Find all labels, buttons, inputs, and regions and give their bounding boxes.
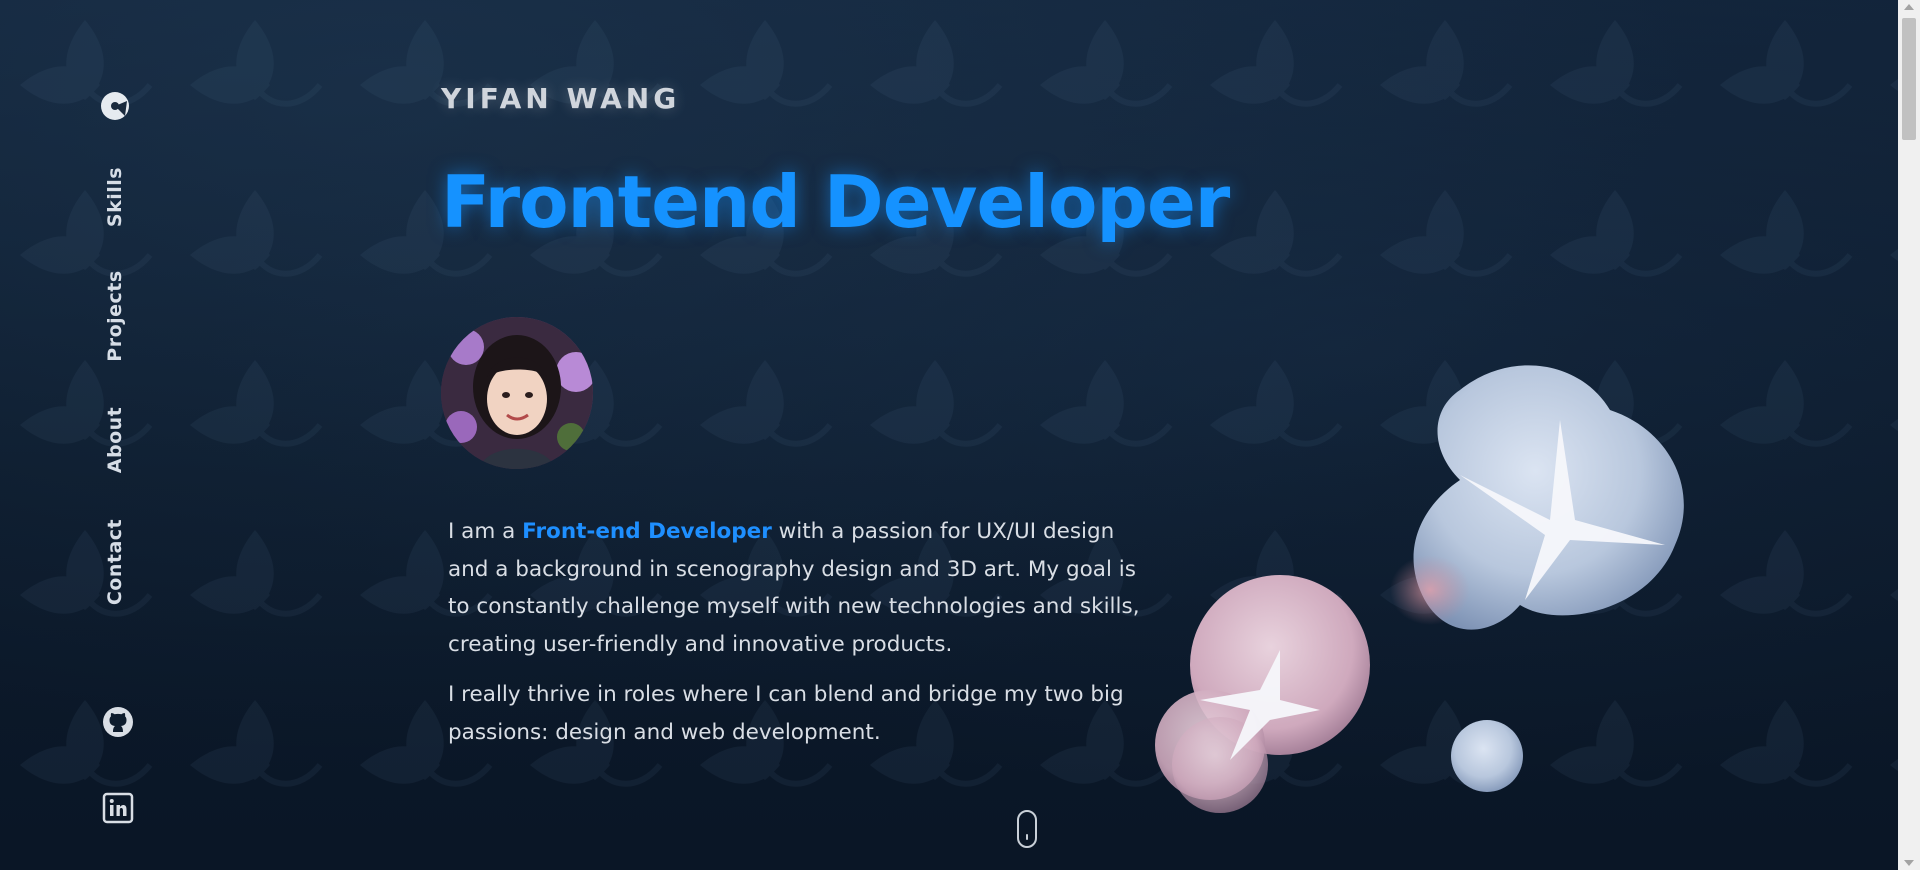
nav-projects[interactable]: Projects — [104, 270, 126, 361]
sidebar: Skills Projects About Contact — [0, 0, 236, 870]
bio-paragraph-1: I am a Front-end Developer with a passio… — [448, 513, 1148, 663]
github-icon[interactable] — [102, 706, 134, 738]
nav-skills[interactable]: Skills — [104, 167, 126, 227]
linkedin-icon[interactable] — [102, 792, 134, 824]
scrollbar[interactable] — [1898, 0, 1920, 870]
avatar — [441, 317, 593, 469]
scroll-down-arrow-icon[interactable] — [1904, 860, 1914, 866]
page-title: Frontend Developer — [441, 160, 1230, 244]
bio-text: I am a — [448, 519, 523, 544]
scrollbar-thumb[interactable] — [1902, 18, 1916, 140]
bio-highlight: Front-end Developer — [522, 519, 772, 544]
pacman-logo-icon[interactable] — [101, 92, 129, 120]
nav-about[interactable]: About — [104, 407, 126, 473]
developer-name: YIFAN WANG — [441, 82, 681, 115]
page: Skills Projects About Contact YIFAN WANG… — [0, 0, 1920, 870]
scroll-down-indicator[interactable] — [1017, 810, 1037, 848]
bio-paragraph-2: I really thrive in roles where I can ble… — [448, 682, 1124, 745]
scroll-up-arrow-icon[interactable] — [1904, 4, 1914, 10]
bio: I am a Front-end Developer with a passio… — [448, 513, 1148, 764]
nav-contact[interactable]: Contact — [104, 519, 126, 605]
bubble-illustration — [1155, 365, 1684, 813]
